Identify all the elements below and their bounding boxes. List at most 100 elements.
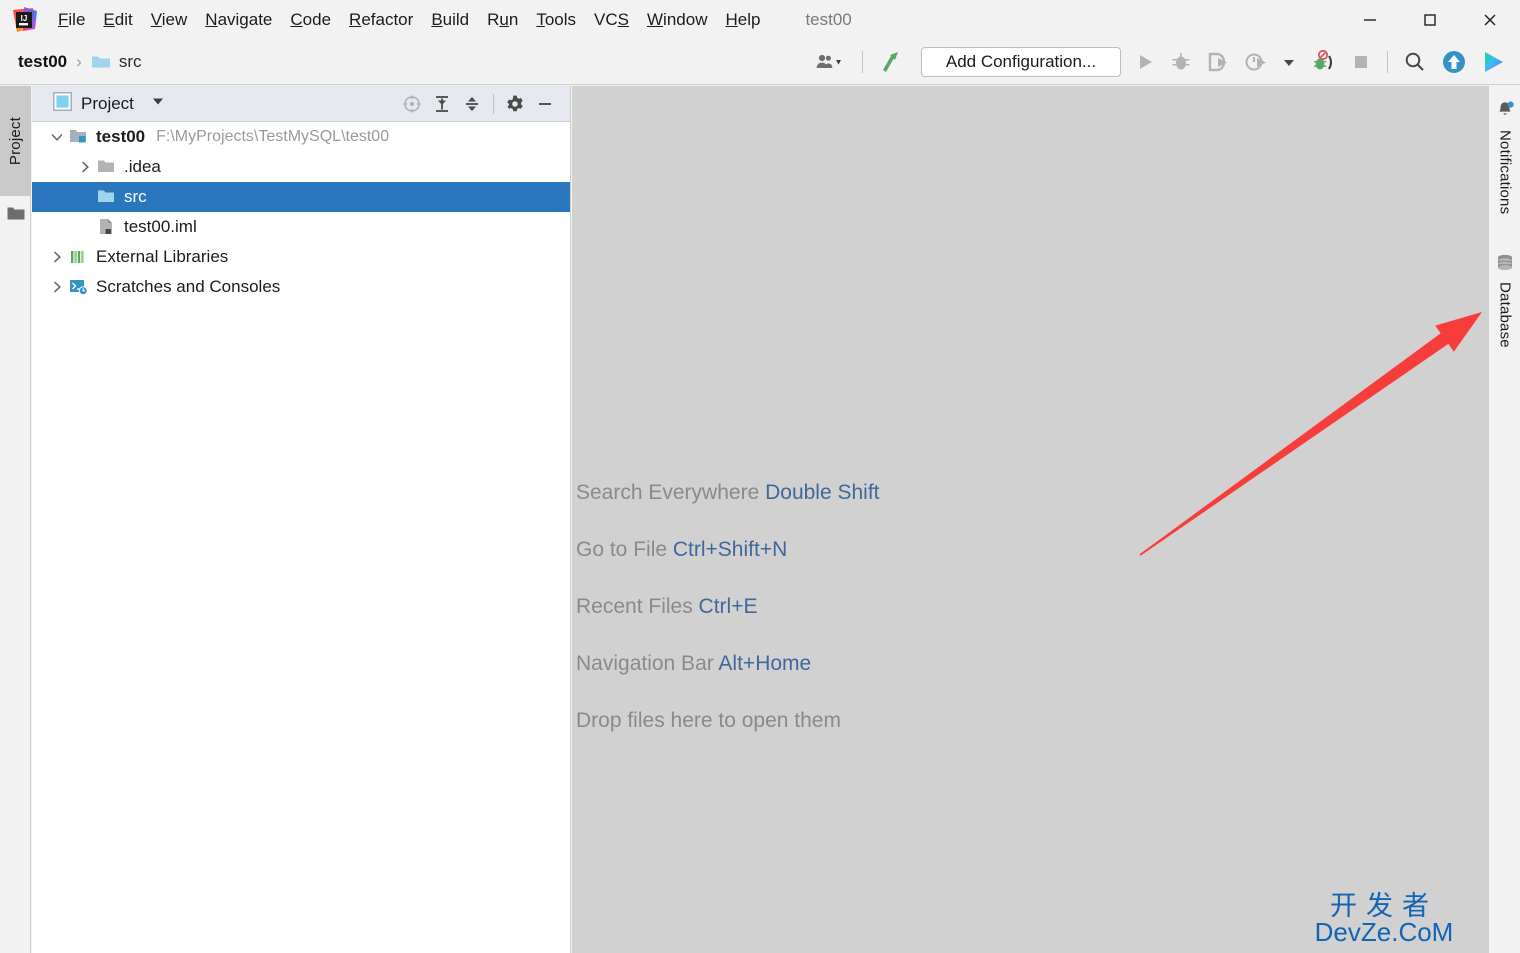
window-title: test00 xyxy=(805,10,852,29)
menu-item-refactor[interactable]: Refactor xyxy=(340,7,422,33)
editor-hint-shortcut: Double Shift xyxy=(765,481,880,504)
expand-all-icon[interactable] xyxy=(427,89,457,119)
title-bar: IJ File Edit View Navigate Code Refactor Build… xyxy=(0,0,1520,40)
maximize-button[interactable] xyxy=(1400,0,1460,40)
tree-node-label: .idea xyxy=(124,157,161,176)
close-button[interactable] xyxy=(1460,0,1520,40)
tree-node-label: test00.iml xyxy=(124,217,197,236)
menu-item-vcs[interactable]: VCS xyxy=(585,7,638,33)
chevron-right-icon[interactable] xyxy=(74,160,96,174)
project-tree[interactable]: test00 F:\MyProjects\TestMySQL\test00 .ide… xyxy=(32,122,570,302)
tree-node-test00[interactable]: test00 F:\MyProjects\TestMySQL\test00 xyxy=(32,122,570,152)
menu-item-file[interactable]: File xyxy=(49,7,94,33)
window-controls xyxy=(1340,0,1520,40)
folder-icon-gray xyxy=(96,158,118,176)
navigation-toolbar: test00 › src Add Configuration... xyxy=(0,40,1520,85)
chevron-right-icon[interactable] xyxy=(46,250,68,264)
tree-node-scratches-and-consoles[interactable]: Scratches and Consoles xyxy=(32,272,570,302)
project-view-icon xyxy=(53,91,72,116)
debug-icon[interactable] xyxy=(1163,40,1199,84)
tree-node-src[interactable]: src xyxy=(32,182,570,212)
left-tool-rail: Project xyxy=(0,86,31,953)
tree-node-label: test00 xyxy=(96,127,146,146)
sidebar-tab-project-label: Project xyxy=(7,116,24,166)
breadcrumb-root[interactable]: test00 xyxy=(18,52,67,72)
breadcrumb-folder[interactable]: src xyxy=(119,52,142,72)
attach-debugger-icon[interactable] xyxy=(1303,40,1343,84)
editor-hint-text: Go to File xyxy=(576,538,673,561)
right-tool-rail: Notifications Database xyxy=(1488,86,1520,953)
idea-assistant-icon[interactable] xyxy=(1474,40,1514,84)
editor-hint-list: Search Everywhere Double Shift Go to File… xyxy=(576,482,1276,767)
stop-icon[interactable] xyxy=(1343,40,1379,84)
editor-hint-text: Navigation Bar xyxy=(576,652,719,675)
run-icon[interactable] xyxy=(1127,40,1163,84)
module-folder-icon xyxy=(68,128,90,146)
editor-empty-area: Search Everywhere Double Shift Go to File… xyxy=(572,86,1488,953)
editor-hint-text: Search Everywhere xyxy=(576,481,766,504)
menu-item-help[interactable]: Help xyxy=(716,7,769,33)
chevron-down-icon[interactable] xyxy=(151,94,165,113)
database-icon xyxy=(1495,254,1515,277)
folder-icon xyxy=(91,54,111,70)
settings-gear-icon[interactable] xyxy=(500,89,530,119)
menu-item-view[interactable]: View xyxy=(142,7,197,33)
chevron-down-icon[interactable] xyxy=(46,130,68,144)
tree-node-idea[interactable]: .idea xyxy=(32,152,570,182)
tree-node-label: Scratches and Consoles xyxy=(96,277,281,296)
tree-node-label: External Libraries xyxy=(96,247,229,266)
iml-file-icon xyxy=(96,218,118,236)
menu-item-run[interactable]: Run xyxy=(478,7,527,33)
profile-icon[interactable] xyxy=(1237,40,1275,84)
breadcrumb: test00 › src xyxy=(18,52,141,72)
hide-panel-icon[interactable] xyxy=(530,89,560,119)
make-project-icon[interactable] xyxy=(871,40,911,84)
menu-item-edit[interactable]: Edit xyxy=(94,7,141,33)
scratches-icon xyxy=(68,278,90,296)
toolbar-actions: Add Configuration... xyxy=(808,40,1514,84)
bell-icon xyxy=(1495,100,1515,125)
project-panel-title: Project xyxy=(81,93,134,113)
menu-item-build[interactable]: Build xyxy=(422,7,478,33)
libraries-icon xyxy=(68,248,90,266)
editor-hint: Search Everywhere Double Shift xyxy=(576,482,1276,503)
menu-item-tools[interactable]: Tools xyxy=(527,7,585,33)
update-project-icon[interactable] xyxy=(1434,40,1474,84)
select-opened-file-icon[interactable] xyxy=(397,89,427,119)
search-icon[interactable] xyxy=(1396,40,1434,84)
add-configuration-button[interactable]: Add Configuration... xyxy=(921,47,1121,77)
chevron-right-icon[interactable] xyxy=(46,280,68,294)
sidebar-tab-notifications[interactable]: Notifications xyxy=(1489,100,1520,214)
editor-hint-text: Recent Files xyxy=(576,595,699,618)
minimize-button[interactable] xyxy=(1340,0,1400,40)
sidebar-tab-project[interactable]: Project xyxy=(0,86,31,196)
menu-item-window[interactable]: Window xyxy=(638,7,716,33)
editor-hint: Drop files here to open them xyxy=(576,710,1276,731)
menu-bar: File Edit View Navigate Code Refactor Build Run… xyxy=(49,0,769,40)
tree-node-external-libraries[interactable]: External Libraries xyxy=(32,242,570,272)
source-folder-icon xyxy=(96,188,118,206)
collapse-all-icon[interactable] xyxy=(457,89,487,119)
tree-node-test00-iml[interactable]: test00.iml xyxy=(32,212,570,242)
editor-hint-text: Drop files here to open them xyxy=(576,709,841,732)
toolbar-divider-2 xyxy=(1387,51,1388,73)
editor-hint-shortcut: Ctrl+E xyxy=(698,595,758,618)
sidebar-tab-database[interactable]: Database xyxy=(1489,254,1520,348)
project-panel-header: Project xyxy=(32,86,570,122)
intellij-idea-logo-icon: IJ xyxy=(11,7,37,33)
menu-item-code[interactable]: Code xyxy=(281,7,340,33)
menu-item-navigate[interactable]: Navigate xyxy=(196,7,281,33)
toolbar-divider xyxy=(862,51,863,73)
watermark: 开发者 DevZe.CoM xyxy=(1284,892,1484,945)
favorites-folder-icon[interactable] xyxy=(7,206,25,221)
sidebar-tab-notifications-label: Notifications xyxy=(1496,130,1514,215)
tree-node-label: src xyxy=(124,187,147,206)
editor-hint-shortcut: Alt+Home xyxy=(718,652,812,675)
dropdown-caret-icon[interactable] xyxy=(1275,40,1303,84)
editor-hint-shortcut: Ctrl+Shift+N xyxy=(672,538,788,561)
breadcrumb-separator-icon: › xyxy=(76,52,82,71)
user-accounts-icon[interactable] xyxy=(808,40,854,84)
tree-node-path: F:\MyProjects\TestMySQL\test00 xyxy=(156,128,390,145)
run-with-coverage-icon[interactable] xyxy=(1199,40,1237,84)
editor-hint: Go to File Ctrl+Shift+N xyxy=(576,539,1276,560)
